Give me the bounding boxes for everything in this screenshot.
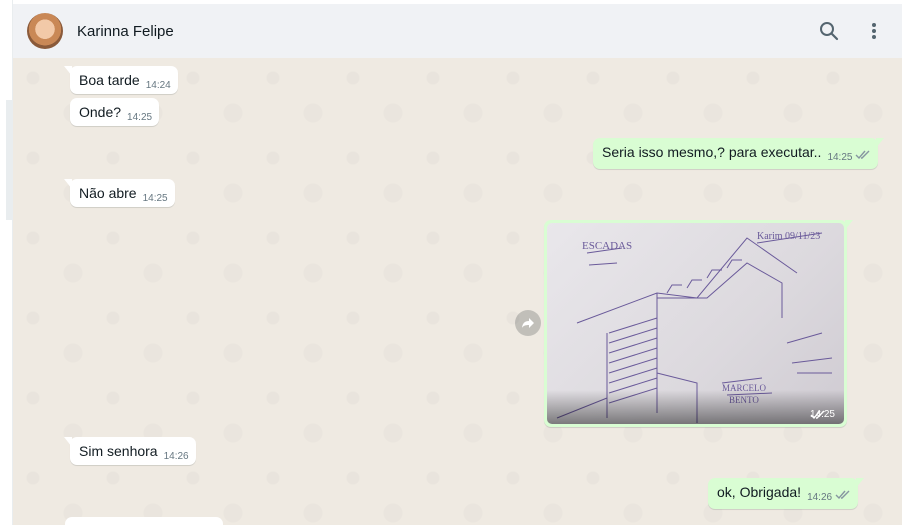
message-bubble-incoming[interactable]: Boa tarde 14:24 — [64, 66, 178, 94]
message-text: Não abre — [79, 185, 137, 201]
scrollbar-indicator — [6, 100, 12, 220]
message-bubble-incoming-partial[interactable] — [65, 517, 223, 525]
message-text: Seria isso mesmo,? para executar.. — [602, 144, 822, 160]
message-bubble-outgoing[interactable]: ok, Obrigada! 14:26 — [708, 478, 865, 509]
image-message-outgoing[interactable]: ESCADAS Karim 09/11/23 MARCELO BENTO 14:… — [544, 220, 853, 427]
read-ticks-icon — [855, 147, 871, 163]
menu-icon[interactable] — [862, 19, 886, 43]
sketch-label-escadas: ESCADAS — [582, 240, 632, 252]
message-time: 14:24 — [145, 80, 171, 91]
message-text: ok, Obrigada! — [717, 484, 802, 500]
sketch-image[interactable]: ESCADAS Karim 09/11/23 MARCELO BENTO 14:… — [547, 223, 844, 424]
search-icon[interactable] — [817, 19, 841, 43]
message-bubble-outgoing[interactable]: Seria isso mesmo,? para executar.. 14:25 — [593, 138, 885, 169]
message-text: Sim senhora — [79, 443, 158, 459]
message-time: 14:25 — [142, 193, 168, 204]
forward-icon[interactable] — [515, 310, 541, 336]
image-time: 14:25 — [810, 409, 838, 420]
message-time: 14:25 — [127, 112, 153, 123]
message-time: 14:25 — [827, 152, 853, 163]
message-bubble-incoming[interactable]: Onde? 14:25 — [70, 98, 160, 126]
image-shade — [547, 390, 844, 424]
sketch-label-date: Karim 09/11/23 — [757, 231, 820, 242]
message-time: 14:26 — [163, 451, 189, 462]
message-text: Boa tarde — [79, 72, 140, 88]
chat-header: Karinna Felipe — [13, 4, 902, 58]
left-panel-edge — [0, 0, 13, 525]
read-ticks-icon — [835, 487, 851, 503]
message-time: 14:26 — [807, 492, 833, 503]
chat-panel[interactable]: Boa tarde 14:24 Onde? 14:25 Seria isso mes… — [13, 58, 902, 525]
message-text: Onde? — [79, 104, 122, 120]
message-bubble-incoming[interactable]: Não abre 14:25 — [64, 179, 175, 207]
message-bubble-incoming[interactable]: Sim senhora 14:26 — [64, 437, 196, 465]
contact-avatar[interactable] — [27, 13, 63, 49]
contact-name[interactable]: Karinna Felipe — [77, 23, 796, 40]
